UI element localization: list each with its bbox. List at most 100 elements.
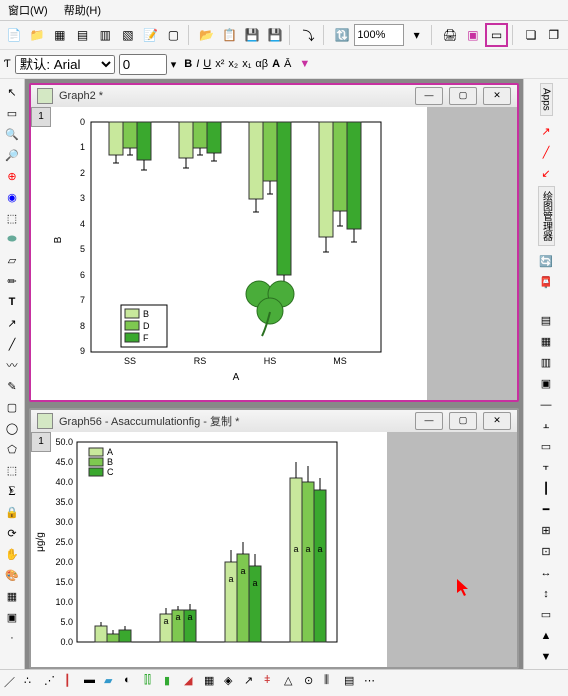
data-selector-icon[interactable]: ⬚ <box>3 209 21 227</box>
plot-area-icon[interactable]: ▰ <box>104 674 122 692</box>
new-worksheet-icon[interactable]: ▦ <box>49 24 70 46</box>
close-button[interactable]: ✕ <box>483 87 511 105</box>
width-icon[interactable]: ↔ <box>537 564 555 582</box>
duplicate2-icon[interactable]: ❐ <box>543 24 564 46</box>
new-excel-icon[interactable]: ▤ <box>72 24 93 46</box>
apps-panel-label[interactable]: Apps <box>540 83 553 116</box>
size-icon[interactable]: ▭ <box>537 606 555 624</box>
circle-tool-icon[interactable]: ◯ <box>3 419 21 437</box>
align-top-icon[interactable]: ⫠ <box>537 417 555 435</box>
plot-box-icon[interactable]: ⫿⫿ <box>144 674 162 692</box>
subscript-button[interactable]: x₂ <box>228 58 238 70</box>
polygon-tool-icon[interactable]: ⬠ <box>3 440 21 458</box>
window-icon[interactable]: ▭ <box>485 23 508 47</box>
plot-more-icon[interactable]: ⋯ <box>364 674 382 692</box>
new-layout-icon[interactable]: ▢ <box>163 24 184 46</box>
minimize-button[interactable]: — <box>415 87 443 105</box>
font-size-input[interactable] <box>119 54 167 75</box>
save-template-icon[interactable]: 💾 <box>265 24 286 46</box>
align-bot-icon[interactable]: ⫟ <box>537 459 555 477</box>
graph-window-1[interactable]: Graph2 * — ▢ ✕ 1 0 1 <box>29 83 519 402</box>
plot-surface-icon[interactable]: ◈ <box>224 674 242 692</box>
minimize-button[interactable]: — <box>415 412 443 430</box>
draw-data-icon[interactable]: ✏ <box>3 272 21 290</box>
grid-tool-icon[interactable]: ▦ <box>3 587 21 605</box>
data-reader-icon[interactable]: ◉ <box>3 188 21 206</box>
dist-h-icon[interactable]: ┃ <box>537 480 555 498</box>
page-tab-1[interactable]: 1 <box>31 107 51 127</box>
text-tool-icon[interactable]: Ƭ <box>4 58 11 70</box>
layout3-icon[interactable]: ▥ <box>537 354 555 372</box>
curve-tool-icon[interactable]: 〰 <box>3 356 21 374</box>
font-size-dropdown[interactable]: ▾ <box>171 58 177 71</box>
font-reduce-button[interactable]: Ā <box>284 58 291 70</box>
plot-hist-icon[interactable]: ▮ <box>164 674 182 692</box>
page-tab-2[interactable]: 1 <box>31 432 51 452</box>
plot-pie-icon[interactable]: ◐ <box>124 674 142 692</box>
new-matrix-icon[interactable]: ▧ <box>118 24 139 46</box>
open-template-icon[interactable]: 📋 <box>219 24 240 46</box>
greek-button[interactable]: αβ <box>255 58 268 70</box>
bold-button[interactable]: B <box>184 58 192 70</box>
pointer-tool-icon[interactable]: ↖ <box>3 83 21 101</box>
layer-icon[interactable]: ▣ <box>3 608 21 626</box>
layout1-icon[interactable]: ▤ <box>537 312 555 330</box>
refresh-icon[interactable]: 🔃 <box>332 24 353 46</box>
layout2-icon[interactable]: ▦ <box>537 333 555 351</box>
plot-stock-icon[interactable]: ǂ <box>264 674 282 692</box>
lock-icon[interactable]: 🔒 <box>3 503 21 521</box>
plot-polar-icon[interactable]: ⊙ <box>304 674 322 692</box>
new-folder-icon[interactable]: 📁 <box>27 24 48 46</box>
zoom-dropdown-icon[interactable]: ▾ <box>406 24 427 46</box>
new-graph-icon[interactable]: ▥ <box>95 24 116 46</box>
arrow-left-icon[interactable]: ↙ <box>537 165 555 183</box>
dist-v-icon[interactable]: ━ <box>537 501 555 519</box>
plot-scatter-icon[interactable]: ∴ <box>24 674 42 692</box>
plot-column-icon[interactable]: ┃ <box>64 674 82 692</box>
arrow-tool-icon[interactable]: ↗ <box>3 314 21 332</box>
zoom-input[interactable] <box>354 24 404 46</box>
align-mid-icon[interactable]: ▭ <box>537 438 555 456</box>
equation-tool-icon[interactable]: ⨊ <box>3 482 21 500</box>
back-icon[interactable]: ▼ <box>537 648 555 666</box>
text-tool2-icon[interactable]: T <box>3 293 21 311</box>
underline-button[interactable]: U <box>203 58 211 70</box>
region-tool2-icon[interactable]: ⬚ <box>3 461 21 479</box>
color-tool-icon[interactable]: 🎨 <box>3 566 21 584</box>
chart-1[interactable]: 0 1 2 3 4 5 6 7 8 9 <box>31 107 401 397</box>
front-icon[interactable]: ▲ <box>537 627 555 645</box>
zoom-in-icon[interactable]: 🔍 <box>3 125 21 143</box>
superscript-button[interactable]: x² <box>215 58 224 70</box>
select-tool-icon[interactable]: ▭ <box>3 104 21 122</box>
pan-tool-icon[interactable]: ✋ <box>3 545 21 563</box>
new-project-icon[interactable]: 📄 <box>4 24 25 46</box>
stamp-icon[interactable]: 📮 <box>537 274 555 292</box>
grid-a-icon[interactable]: ⊞ <box>537 522 555 540</box>
maximize-button[interactable]: ▢ <box>449 87 477 105</box>
plot-ternary-icon[interactable]: △ <box>284 674 302 692</box>
plot-vector-icon[interactable]: ↗ <box>244 674 262 692</box>
font-color-button[interactable]: ▼ <box>299 58 310 70</box>
open-icon[interactable]: 📂 <box>197 24 218 46</box>
mask-tool-icon[interactable]: ⬬ <box>3 230 21 248</box>
rect-tool-icon[interactable]: ▢ <box>3 398 21 416</box>
plot-bar-icon[interactable]: ▬ <box>84 674 102 692</box>
arrow-up-icon[interactable]: ↗ <box>537 123 555 141</box>
rotate-tool-icon[interactable]: ⟳ <box>3 524 21 542</box>
save-icon[interactable]: 💾 <box>242 24 263 46</box>
plot-contour-icon[interactable]: ▦ <box>204 674 222 692</box>
plot-template-icon[interactable]: ▤ <box>344 674 362 692</box>
zoom-tool-icon[interactable]: 🔎 <box>3 146 21 164</box>
maximize-button[interactable]: ▢ <box>449 412 477 430</box>
font-select[interactable]: 默认: Arial <box>15 55 115 74</box>
freehand-icon[interactable]: ✎ <box>3 377 21 395</box>
line-red-icon[interactable]: ╱ <box>537 144 555 162</box>
refresh-right-icon[interactable]: 🔄 <box>537 253 555 271</box>
close-button[interactable]: ✕ <box>483 412 511 430</box>
graph-window-2[interactable]: Graph56 - Asaccumulationfig - 复制 * — ▢ ✕… <box>29 408 519 669</box>
chart-2[interactable]: 0.0 5.0 10.0 15.0 20.0 25.0 30.0 35.0 40… <box>31 432 361 664</box>
menu-window[interactable]: 窗口(W) <box>8 2 48 18</box>
menu-help[interactable]: 帮助(H) <box>64 2 101 18</box>
duplicate-icon[interactable]: ❏ <box>521 24 542 46</box>
plot-3d-icon[interactable]: ◢ <box>184 674 202 692</box>
